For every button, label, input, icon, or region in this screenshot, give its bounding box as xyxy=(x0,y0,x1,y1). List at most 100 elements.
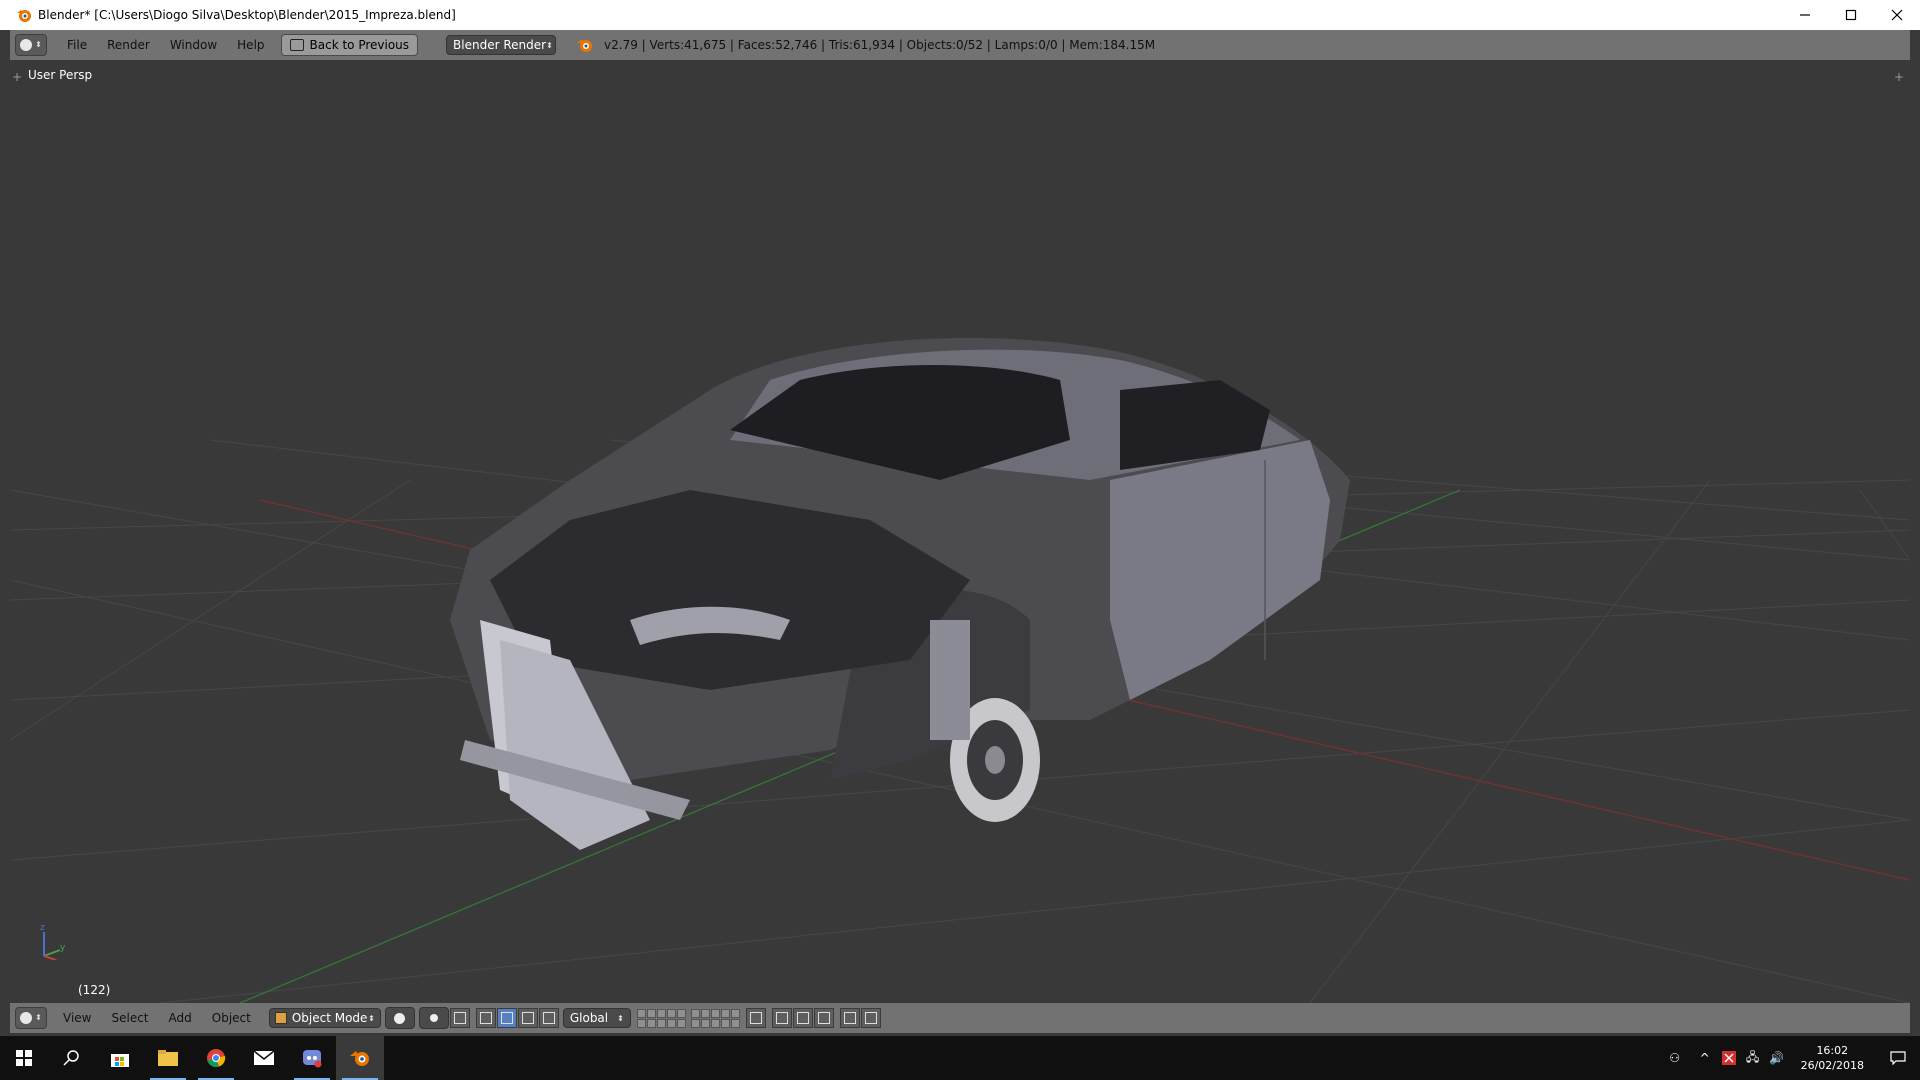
camera-render-icon xyxy=(843,1012,856,1024)
rotate-icon xyxy=(500,1012,513,1024)
antivirus-icon xyxy=(1721,1051,1736,1065)
render-engine-select[interactable]: Blender Render ⬍ xyxy=(446,35,557,55)
menu-help[interactable]: Help xyxy=(227,38,274,52)
updown-arrow-icon: ⬍ xyxy=(617,1013,624,1023)
layer-block-2[interactable] xyxy=(690,1008,740,1028)
maximize-icon xyxy=(1845,9,1857,21)
menu-add[interactable]: Add xyxy=(159,1011,202,1025)
menu-render[interactable]: Render xyxy=(97,38,160,52)
action-center-button[interactable] xyxy=(1876,1036,1920,1080)
magnet-icon xyxy=(796,1012,809,1024)
network-button[interactable]: 🖧 xyxy=(1741,1036,1765,1080)
mail-icon xyxy=(254,1051,274,1065)
close-icon xyxy=(1891,9,1903,21)
menu-select[interactable]: Select xyxy=(101,1011,158,1025)
layer-block-1[interactable] xyxy=(636,1008,686,1028)
axis-y-label: y xyxy=(60,943,66,953)
snap-element-select[interactable] xyxy=(813,1008,834,1028)
transform-orientation-select[interactable]: Global ⬍ xyxy=(562,1008,631,1028)
search-button[interactable] xyxy=(48,1036,96,1080)
antivirus-tray-button[interactable] xyxy=(1717,1036,1741,1080)
translate-manipulator-button[interactable] xyxy=(475,1008,496,1028)
frame-number: (122) xyxy=(78,983,111,997)
screen-back-icon xyxy=(289,39,304,51)
view-name-label: User Persp xyxy=(28,68,93,82)
manipulator-toggle[interactable] xyxy=(449,1008,470,1028)
render-opengl-button[interactable] xyxy=(839,1008,860,1028)
scene-statistics: v2.79 | Verts:41,675 | Faces:52,746 | Tr… xyxy=(604,38,1156,52)
viewport-shading-select[interactable] xyxy=(384,1007,415,1029)
menu-object[interactable]: Object xyxy=(202,1011,261,1025)
people-button[interactable]: ⚇ xyxy=(1663,1036,1687,1080)
search-icon xyxy=(63,1050,79,1066)
clock-time: 16:02 xyxy=(1816,1044,1849,1057)
close-button[interactable] xyxy=(1874,0,1920,30)
speaker-icon: 🔊 xyxy=(1769,1051,1785,1065)
3d-view-icon xyxy=(20,1012,33,1024)
updown-arrow-icon: ⬍ xyxy=(35,1013,42,1022)
windows-taskbar: ⚇ ^ 🖧 🔊 16:02 26/02/2018 xyxy=(0,1036,1920,1080)
orientation-icon xyxy=(542,1012,555,1024)
network-icon: 🖧 xyxy=(1745,1049,1760,1064)
clock-date: 26/02/2018 xyxy=(1800,1059,1864,1072)
window-titlebar: Blender* [C:\Users\Diogo Silva\Desktop\B… xyxy=(0,0,1920,30)
volume-button[interactable]: 🔊 xyxy=(1765,1036,1789,1080)
system-tray: ⚇ ^ 🖧 🔊 16:02 26/02/2018 xyxy=(1663,1036,1920,1080)
start-button[interactable] xyxy=(0,1036,48,1080)
show-hidden-icons-button[interactable]: ^ xyxy=(1693,1036,1717,1080)
window-title: Blender* [C:\Users\Diogo Silva\Desktop\B… xyxy=(38,8,456,22)
snap-element-icon xyxy=(817,1012,830,1024)
editor-type-button[interactable]: ⬍ xyxy=(15,34,47,56)
interaction-mode-select[interactable]: Object Mode ⬍ xyxy=(268,1008,381,1028)
region-expand-left-icon[interactable]: + xyxy=(12,70,22,84)
axis-z-label: z xyxy=(40,923,45,933)
clapper-icon xyxy=(864,1012,877,1024)
taskbar-clock[interactable]: 16:02 26/02/2018 xyxy=(1789,1043,1876,1073)
lock-camera-button[interactable] xyxy=(745,1008,766,1028)
scale-manipulator-button[interactable] xyxy=(517,1008,538,1028)
info-header: ⬍ File Render Window Help Back to Previo… xyxy=(10,30,1910,60)
people-icon: ⚇ xyxy=(1669,1051,1680,1065)
chrome-app[interactable] xyxy=(192,1036,240,1080)
proportional-edit-button[interactable] xyxy=(771,1008,792,1028)
chevron-up-icon: ^ xyxy=(1699,1051,1710,1065)
back-to-previous-label: Back to Previous xyxy=(309,38,410,52)
info-icon xyxy=(20,39,33,51)
minimize-button[interactable] xyxy=(1782,0,1828,30)
discord-app[interactable] xyxy=(288,1036,336,1080)
layer-selector[interactable] xyxy=(636,1008,745,1028)
back-to-previous-button[interactable]: Back to Previous xyxy=(280,34,419,56)
updown-arrow-icon: ⬍ xyxy=(368,1013,375,1023)
axis-gizmo: z y xyxy=(40,923,66,960)
pivot-point-select[interactable] xyxy=(418,1007,449,1029)
notification-icon xyxy=(1890,1051,1906,1065)
rotate-manipulator-button[interactable] xyxy=(496,1008,517,1028)
snap-toggle[interactable] xyxy=(792,1008,813,1028)
menu-window[interactable]: Window xyxy=(160,38,227,52)
3d-view-header: ⬍ View Select Add Object Object Mode ⬍ G… xyxy=(10,1003,1910,1033)
chrome-icon xyxy=(207,1049,226,1068)
editor-type-button[interactable]: ⬍ xyxy=(15,1007,47,1029)
menu-file[interactable]: File xyxy=(57,38,97,52)
discord-icon xyxy=(303,1050,322,1068)
viewport-scene xyxy=(10,338,1910,1003)
3d-viewport[interactable]: User Persp + + z y (122) xyxy=(10,60,1910,1003)
menu-view[interactable]: View xyxy=(53,1011,101,1025)
scale-icon xyxy=(521,1012,534,1024)
region-expand-right-icon[interactable]: + xyxy=(1894,70,1904,84)
store-app[interactable] xyxy=(96,1036,144,1080)
blender-app[interactable] xyxy=(336,1036,384,1080)
lock-icon xyxy=(749,1012,762,1024)
translate-icon xyxy=(479,1012,492,1024)
file-explorer-app[interactable] xyxy=(144,1036,192,1080)
interaction-mode-value: Object Mode xyxy=(291,1011,368,1025)
blender-icon xyxy=(350,1051,369,1066)
updown-arrow-icon: ⬍ xyxy=(546,40,553,50)
render-animation-button[interactable] xyxy=(860,1008,881,1028)
maximize-button[interactable] xyxy=(1828,0,1874,30)
transform-orientation-value: Global xyxy=(569,1011,609,1025)
mail-app[interactable] xyxy=(240,1036,288,1080)
car-model xyxy=(450,338,1350,850)
transform-orientation-icon-button[interactable] xyxy=(538,1008,559,1028)
blender-logo-icon xyxy=(577,39,593,52)
